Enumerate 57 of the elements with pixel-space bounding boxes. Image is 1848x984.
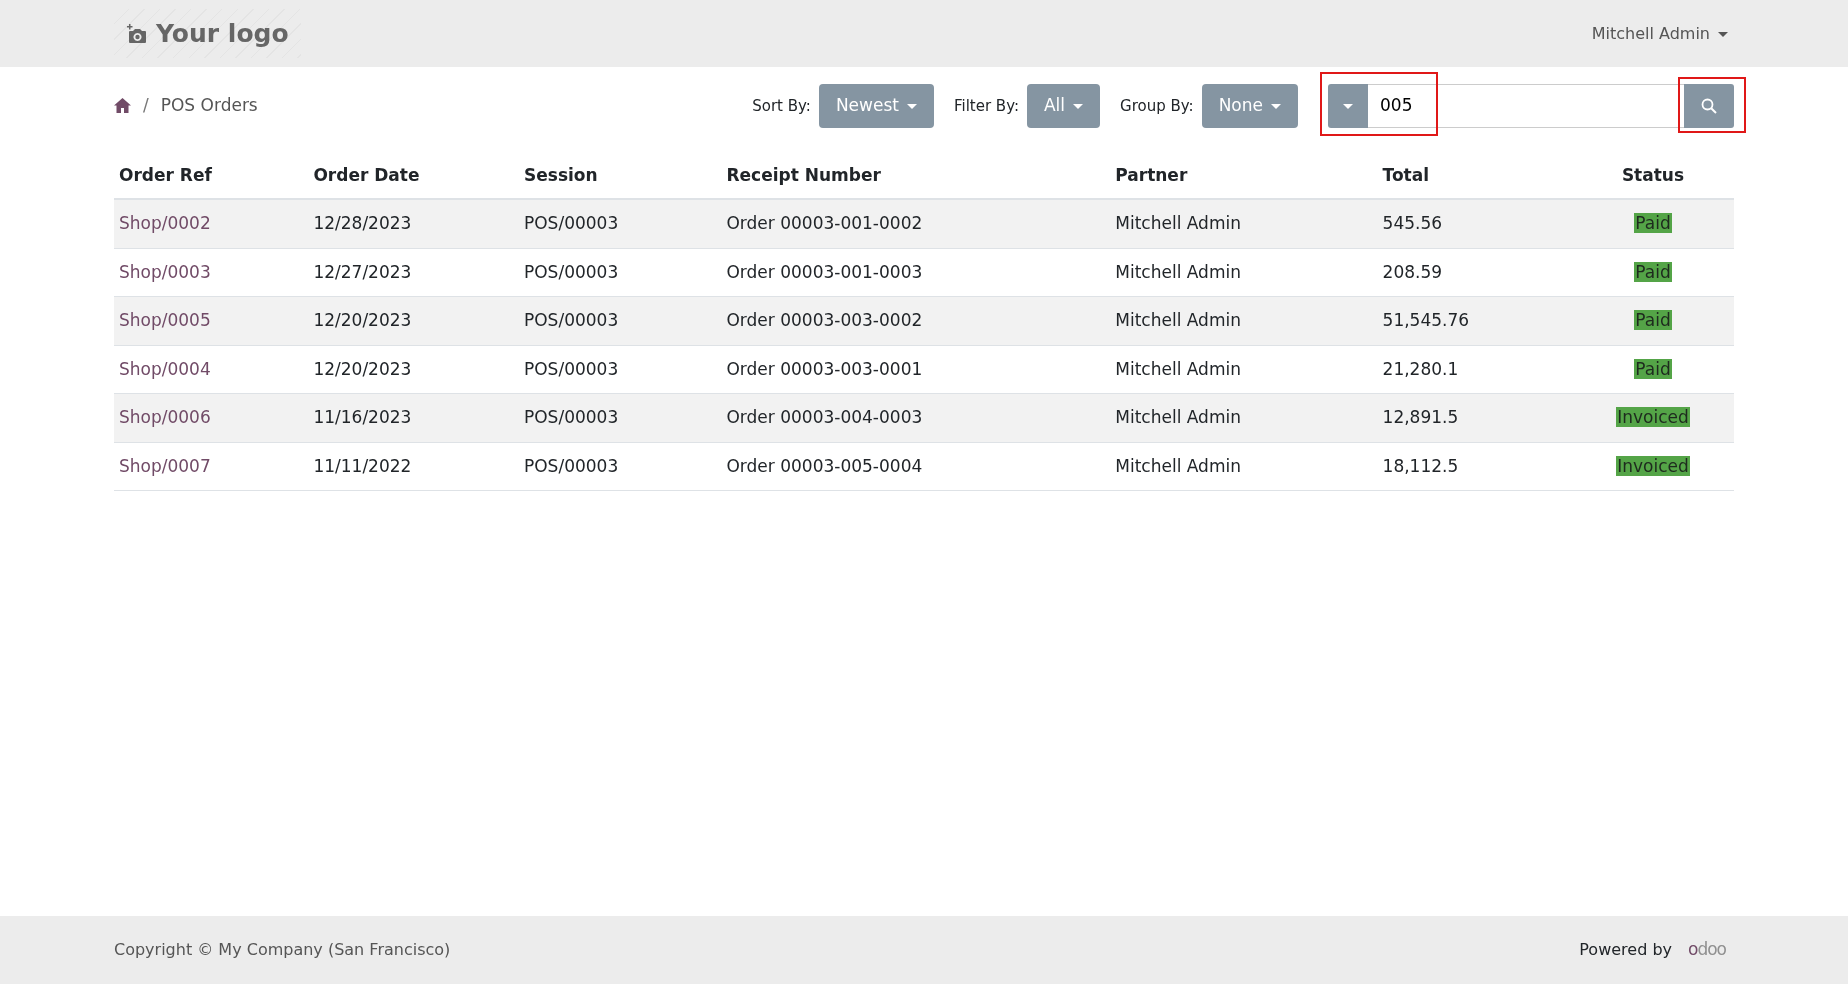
table-cell: Mitchell Admin [1110, 248, 1378, 297]
table-cell: Order 00003-003-0001 [721, 345, 1111, 394]
table-cell: 11/11/2022 [308, 442, 519, 491]
table-cell: 208.59 [1377, 248, 1572, 297]
search-options-button[interactable] [1328, 84, 1368, 128]
table-cell: POS/00003 [519, 393, 722, 442]
user-menu[interactable]: Mitchell Admin [1585, 20, 1734, 47]
table-cell: Mitchell Admin [1110, 393, 1378, 442]
table-cell: POS/00003 [519, 345, 722, 394]
status-label: Paid [1634, 310, 1672, 330]
table-cell: Mitchell Admin [1110, 345, 1378, 394]
order-link[interactable]: Shop/0003 [119, 261, 211, 282]
search-field[interactable]: 005 [1368, 84, 1684, 128]
group-label: Group By: [1120, 95, 1194, 117]
search-icon [1701, 97, 1717, 114]
powered-by-text: Powered by [1579, 939, 1672, 961]
status-label: Paid [1634, 261, 1672, 282]
order-link[interactable]: Shop/0005 [119, 310, 211, 330]
table-cell: Order 00003-004-0003 [721, 393, 1111, 442]
table-cell: POS/00003 [519, 248, 722, 297]
table-cell: 21,280.1 [1377, 345, 1572, 394]
table-cell: Order 00003-005-0004 [721, 442, 1111, 491]
status-label: Invoiced [1616, 407, 1690, 427]
table-cell: 12/20/2023 [308, 296, 519, 345]
sort-label: Sort By: [752, 95, 811, 117]
table-cell: 12/27/2023 [308, 248, 519, 297]
table-cell: Order 00003-001-0002 [721, 199, 1111, 248]
table-cell: Order 00003-003-0002 [721, 296, 1111, 345]
copyright-text: Copyright © My Company (San Francisco) [114, 939, 451, 961]
table-cell: Mitchell Admin [1110, 296, 1378, 345]
status-label: Paid [1634, 358, 1672, 379]
breadcrumb-current: POS Orders [160, 94, 258, 117]
logo[interactable]: Your logo [114, 8, 301, 59]
filter-label: Filter By: [953, 95, 1019, 117]
table-cell: POS/00003 [519, 199, 722, 248]
status-label: Paid [1634, 213, 1672, 233]
table-cell: 51,545.76 [1377, 296, 1572, 345]
search-button[interactable] [1684, 84, 1734, 128]
breadcrumb-separator: / [143, 94, 149, 117]
order-link[interactable]: Shop/0004 [119, 358, 211, 379]
table-cell: 545.56 [1377, 199, 1572, 248]
table-cell: Order 00003-001-0003 [721, 248, 1111, 297]
table-cell: POS/00003 [519, 442, 722, 491]
table-cell: 12/28/2023 [308, 199, 519, 248]
home-icon[interactable] [114, 98, 131, 114]
table-cell: 12,891.5 [1377, 393, 1572, 442]
table-cell: Mitchell Admin [1110, 442, 1378, 491]
table-cell: POS/00003 [519, 296, 722, 345]
table-cell: 11/16/2023 [308, 393, 519, 442]
order-link[interactable]: Shop/0002 [119, 213, 211, 233]
camera-icon [126, 23, 148, 44]
table-cell: Mitchell Admin [1110, 199, 1378, 248]
order-link[interactable]: Shop/0007 [119, 455, 211, 476]
table-cell: 18,112.5 [1377, 442, 1572, 491]
status-label: Invoiced [1616, 455, 1690, 476]
order-link[interactable]: Shop/0006 [119, 407, 211, 427]
table-cell: 12/20/2023 [308, 345, 519, 394]
